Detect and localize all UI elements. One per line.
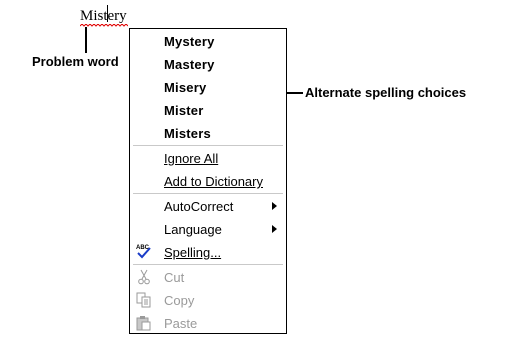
problem-word-leader-line [85,27,87,53]
paste-label: Paste [164,316,198,331]
menu-separator [133,264,283,265]
suggestion-mystery[interactable]: Mystery [164,34,215,50]
misspelled-word-text: Mistery [80,8,127,24]
add-to-dictionary-label: Add to Dictionary [164,174,263,189]
menu-separator [133,193,283,194]
copy-icon [136,292,151,308]
language-submenu-arrow-icon [272,225,277,233]
spelling-error-squiggle [80,24,128,27]
suggestion-mastery[interactable]: Mastery [164,57,215,73]
add-to-dictionary-item[interactable]: Add to Dictionary [164,174,263,190]
copy-item[interactable]: Copy [164,293,194,309]
misspelled-word[interactable]: Mistery [80,7,128,27]
copy-label: Copy [164,293,195,308]
spelling-context-menu: Mystery Mastery Misery Mister Misters Ig… [129,28,287,334]
scissors-icon [138,269,150,285]
ignore-all-label: Ignore All [164,151,219,166]
ignore-all-item[interactable]: Ignore All [164,151,218,167]
alternate-spelling-label: Alternate spelling choices [305,85,467,100]
autocorrect-item[interactable]: AutoCorrect [164,199,233,215]
cut-item[interactable]: Cut [164,270,184,286]
suggestion-misters[interactable]: Misters [164,126,211,142]
problem-word-label: Problem word [32,54,119,69]
menu-separator [133,145,283,146]
clipboard-icon [136,316,151,331]
paste-item[interactable]: Paste [164,316,197,332]
language-label: Language [164,222,222,237]
cut-label: Cut [164,270,185,285]
autocorrect-submenu-arrow-icon [272,202,277,210]
spelling-label: Spelling... [164,245,222,260]
suggestion-misery[interactable]: Misery [164,80,206,96]
suggestion-mister[interactable]: Mister [164,103,204,119]
language-item[interactable]: Language [164,222,222,238]
autocorrect-label: AutoCorrect [164,199,234,214]
text-cursor [107,5,108,22]
spelling-check-icon: ABC [136,245,151,259]
spelling-item[interactable]: Spelling... [164,245,221,261]
